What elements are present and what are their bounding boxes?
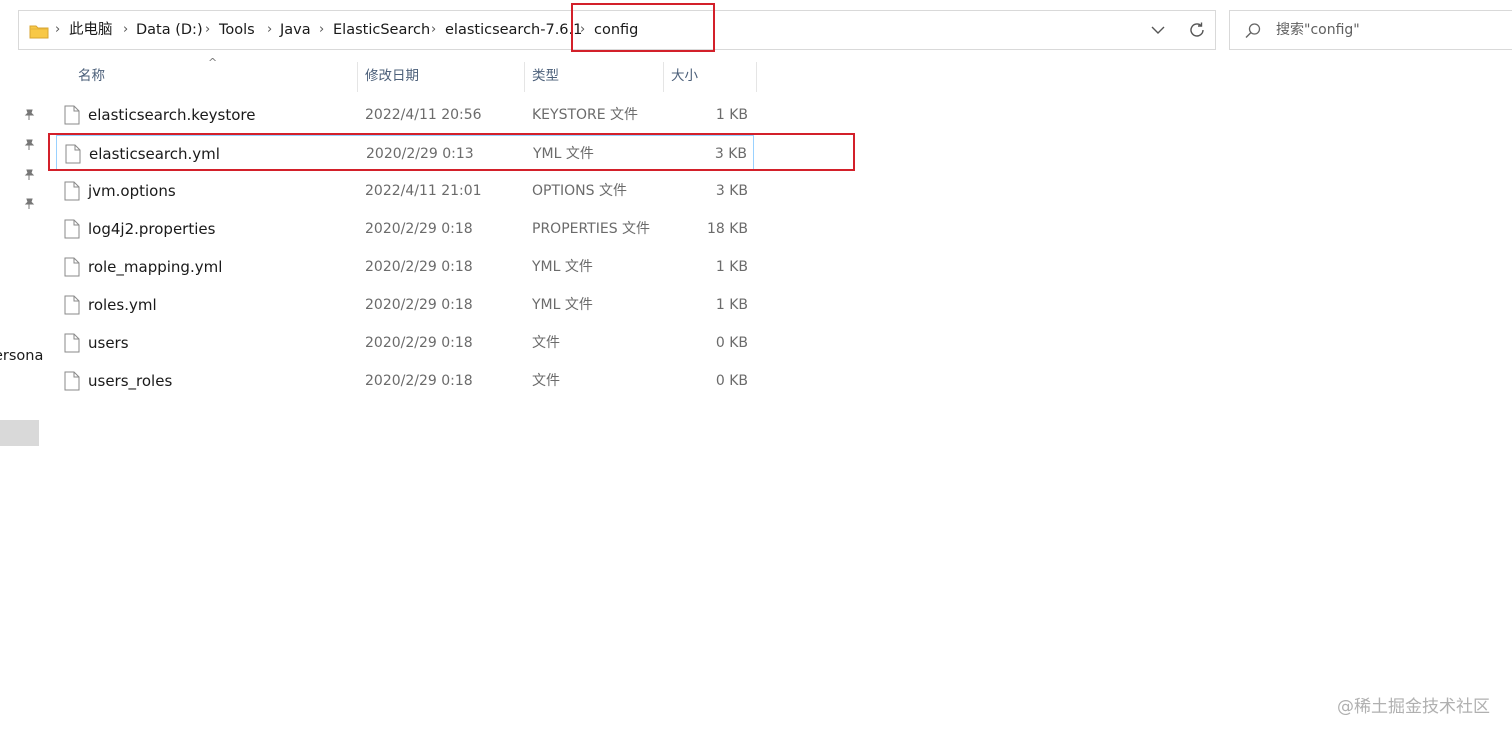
document-icon: [64, 181, 80, 201]
column-header-name[interactable]: 名称: [78, 62, 105, 92]
chevron-down-icon[interactable]: [1149, 21, 1167, 39]
chevron-right-icon[interactable]: ›: [431, 11, 436, 49]
file-row[interactable]: log4j2.properties 2020/2/29 0:18 PROPERT…: [56, 211, 754, 247]
pin-icon[interactable]: [22, 197, 36, 211]
file-size: 1 KB: [715, 297, 748, 313]
column-divider[interactable]: [357, 62, 358, 92]
file-row[interactable]: jvm.options 2022/4/11 21:01 OPTIONS 文件 3…: [56, 173, 754, 209]
pin-icon[interactable]: [22, 168, 36, 182]
file-date: 2020/2/29 0:18: [365, 335, 473, 351]
nav-item-selected[interactable]: [0, 420, 39, 446]
file-date: 2020/2/29 0:18: [365, 221, 473, 237]
chevron-right-icon[interactable]: ›: [267, 11, 272, 49]
file-name: roles.yml: [88, 296, 157, 314]
file-type: YML 文件: [532, 259, 593, 275]
file-name: users: [88, 334, 129, 352]
chevron-right-icon[interactable]: ›: [319, 11, 324, 49]
breadcrumb-elasticsearch-version[interactable]: elasticsearch-7.6.1: [445, 11, 582, 49]
file-name: role_mapping.yml: [88, 258, 223, 276]
refresh-icon[interactable]: [1186, 19, 1208, 41]
search-input[interactable]: 搜索"config": [1276, 11, 1360, 49]
highlight-elasticsearch-yml-row: [48, 133, 855, 171]
file-size: 0 KB: [715, 335, 748, 351]
nav-item-personal[interactable]: ersona: [0, 348, 43, 364]
file-name: jvm.options: [88, 182, 176, 200]
search-icon: [1245, 23, 1261, 38]
watermark: @稀土掘金技术社区: [1337, 697, 1490, 717]
chevron-right-icon[interactable]: ›: [205, 11, 210, 49]
column-divider[interactable]: [524, 62, 525, 92]
file-size: 3 KB: [715, 183, 748, 199]
folder-icon: [29, 25, 49, 39]
file-row[interactable]: elasticsearch.keystore 2022/4/11 20:56 K…: [56, 97, 754, 133]
document-icon: [64, 371, 80, 391]
chevron-right-icon[interactable]: ›: [55, 11, 60, 49]
file-name: users_roles: [88, 372, 173, 390]
file-type: PROPERTIES 文件: [532, 221, 651, 237]
file-size: 0 KB: [715, 373, 748, 389]
breadcrumb-elasticsearch[interactable]: ElasticSearch: [333, 11, 430, 49]
file-size: 18 KB: [706, 221, 748, 237]
file-row[interactable]: users 2020/2/29 0:18 文件 0 KB: [56, 325, 754, 361]
file-row[interactable]: role_mapping.yml 2020/2/29 0:18 YML 文件 1…: [56, 249, 754, 285]
file-date: 2020/2/29 0:18: [365, 297, 473, 313]
file-size: 1 KB: [715, 107, 748, 123]
highlight-config-breadcrumb: [571, 3, 715, 52]
column-divider[interactable]: [756, 62, 757, 92]
document-icon: [64, 105, 80, 125]
file-type: OPTIONS 文件: [532, 183, 627, 199]
file-name: log4j2.properties: [88, 220, 216, 238]
breadcrumb-java[interactable]: Java: [280, 11, 311, 49]
pin-icon[interactable]: [22, 108, 36, 122]
file-date: 2020/2/29 0:18: [365, 259, 473, 275]
file-row[interactable]: roles.yml 2020/2/29 0:18 YML 文件 1 KB: [56, 287, 754, 323]
breadcrumb-tools[interactable]: Tools: [219, 11, 255, 49]
column-header-type[interactable]: 类型: [532, 62, 559, 92]
file-date: 2022/4/11 21:01: [365, 183, 482, 199]
file-type: 文件: [532, 373, 560, 389]
breadcrumb-this-pc[interactable]: 此电脑: [69, 11, 113, 49]
document-icon: [64, 295, 80, 315]
file-type: YML 文件: [532, 297, 593, 313]
document-icon: [64, 333, 80, 353]
document-icon: [64, 219, 80, 239]
file-type: 文件: [532, 335, 560, 351]
pin-icon[interactable]: [22, 138, 36, 152]
sort-ascending-icon: ^: [208, 56, 218, 69]
breadcrumb-data-drive[interactable]: Data (D:): [136, 11, 203, 49]
document-icon: [64, 257, 80, 277]
search-box[interactable]: 搜索"config": [1229, 10, 1512, 50]
file-date: 2020/2/29 0:18: [365, 373, 473, 389]
column-header-size[interactable]: 大小: [671, 62, 698, 92]
file-type: KEYSTORE 文件: [532, 107, 639, 123]
file-name: elasticsearch.keystore: [88, 106, 256, 124]
column-header-date[interactable]: 修改日期: [365, 62, 419, 92]
file-date: 2022/4/11 20:56: [365, 107, 482, 123]
chevron-right-icon[interactable]: ›: [123, 11, 128, 49]
file-size: 1 KB: [715, 259, 748, 275]
file-row[interactable]: users_roles 2020/2/29 0:18 文件 0 KB: [56, 363, 754, 399]
column-divider[interactable]: [663, 62, 664, 92]
